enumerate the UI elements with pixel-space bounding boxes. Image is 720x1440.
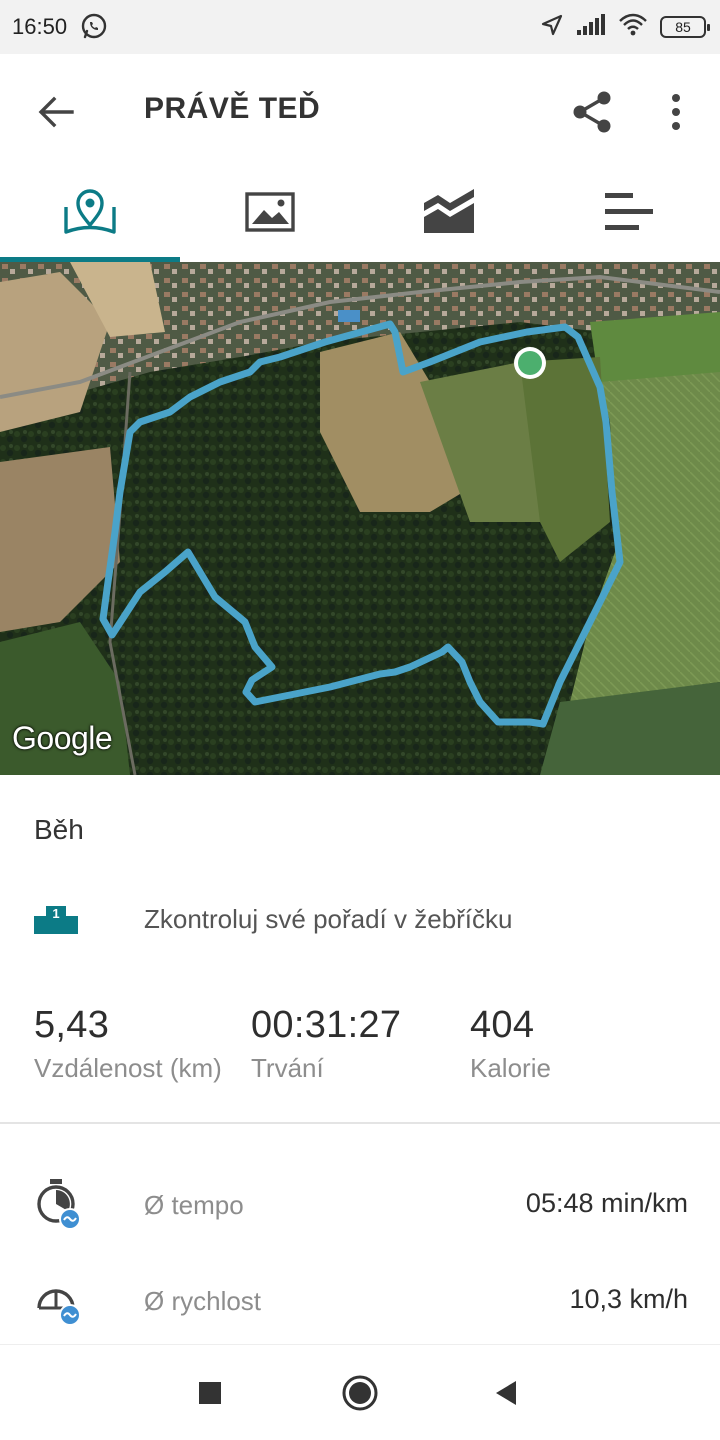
tab-photos[interactable] [180, 166, 360, 262]
leaderboard-label: Zkontroluj své pořadí v žebříčku [144, 904, 513, 934]
status-time: 16:50 [12, 14, 68, 39]
more-vert-icon [672, 94, 680, 130]
metric-row-pace: Ø tempo 05:48 min/km [0, 1172, 720, 1242]
recents-button[interactable] [184, 1367, 236, 1419]
image-icon [245, 192, 295, 232]
home-circle-icon [342, 1375, 378, 1411]
tab-map[interactable] [0, 166, 180, 262]
podium-icon: 1 [34, 906, 78, 939]
map-pin-icon [64, 189, 116, 234]
bars-icon [605, 193, 653, 230]
distance-label: Vzdálenost (km) [34, 1053, 222, 1083]
page-title: PRÁVĚ TEĎ [144, 92, 321, 125]
calories-value: 404 [470, 1004, 535, 1046]
battery-level: 85 [675, 19, 691, 35]
toolbar: PRÁVĚ TEĎ [0, 54, 720, 166]
metric-row-speed: Ø rychlost 10,3 km/h [0, 1268, 720, 1338]
distance-value: 5,43 [34, 1004, 110, 1046]
stopwatch-icon [34, 1178, 84, 1235]
route-map[interactable]: Google [0, 262, 720, 775]
square-icon [199, 1382, 221, 1404]
screen: 16:50 85 PRÁVĚ TEĎ Google Běh 1 Zkontrol… [0, 0, 720, 1440]
triangle-back-icon [496, 1381, 516, 1405]
stat-calories: 404 Kalorie [470, 1004, 551, 1084]
duration-label: Trvání [251, 1053, 324, 1083]
leaderboard-link[interactable]: 1 Zkontroluj své pořadí v žebříčku [0, 880, 720, 960]
share-button[interactable] [568, 88, 616, 136]
google-logo: Google [12, 720, 113, 756]
home-button[interactable] [334, 1367, 386, 1419]
satellite-map [0, 262, 720, 775]
more-options-button[interactable] [660, 88, 692, 136]
back-button[interactable] [34, 90, 78, 134]
location-arrow-icon [540, 13, 564, 42]
speedometer-icon [34, 1274, 84, 1331]
tab-bar [0, 166, 720, 262]
status-bar: 16:50 85 [0, 0, 720, 54]
pace-value: 05:48 min/km [525, 1188, 688, 1218]
end-marker [518, 351, 542, 375]
stat-distance: 5,43 Vzdálenost (km) [34, 1004, 222, 1084]
battery-icon: 85 [660, 16, 710, 38]
stat-duration: 00:31:27 Trvání [251, 1004, 401, 1084]
share-icon [573, 91, 611, 133]
divider [0, 1122, 720, 1124]
podium-rank: 1 [52, 906, 59, 921]
speed-label: Ø rychlost [144, 1286, 262, 1316]
tab-charts[interactable] [360, 166, 540, 262]
wifi-icon [618, 13, 648, 42]
activity-type: Běh [34, 814, 84, 845]
back-nav-button[interactable] [480, 1367, 532, 1419]
system-nav-bar [0, 1344, 720, 1440]
whatsapp-icon [80, 12, 108, 45]
tab-splits[interactable] [540, 166, 720, 262]
calories-label: Kalorie [470, 1053, 551, 1083]
summary-stats: 5,43 Vzdálenost (km) 00:31:27 Trvání 404… [0, 1004, 720, 1100]
arrow-back-icon [38, 96, 74, 128]
signal-icon [576, 13, 606, 41]
area-chart-icon [424, 189, 474, 233]
pace-label: Ø tempo [144, 1190, 244, 1220]
speed-value: 10,3 km/h [569, 1284, 688, 1314]
duration-value: 00:31:27 [251, 1004, 402, 1046]
